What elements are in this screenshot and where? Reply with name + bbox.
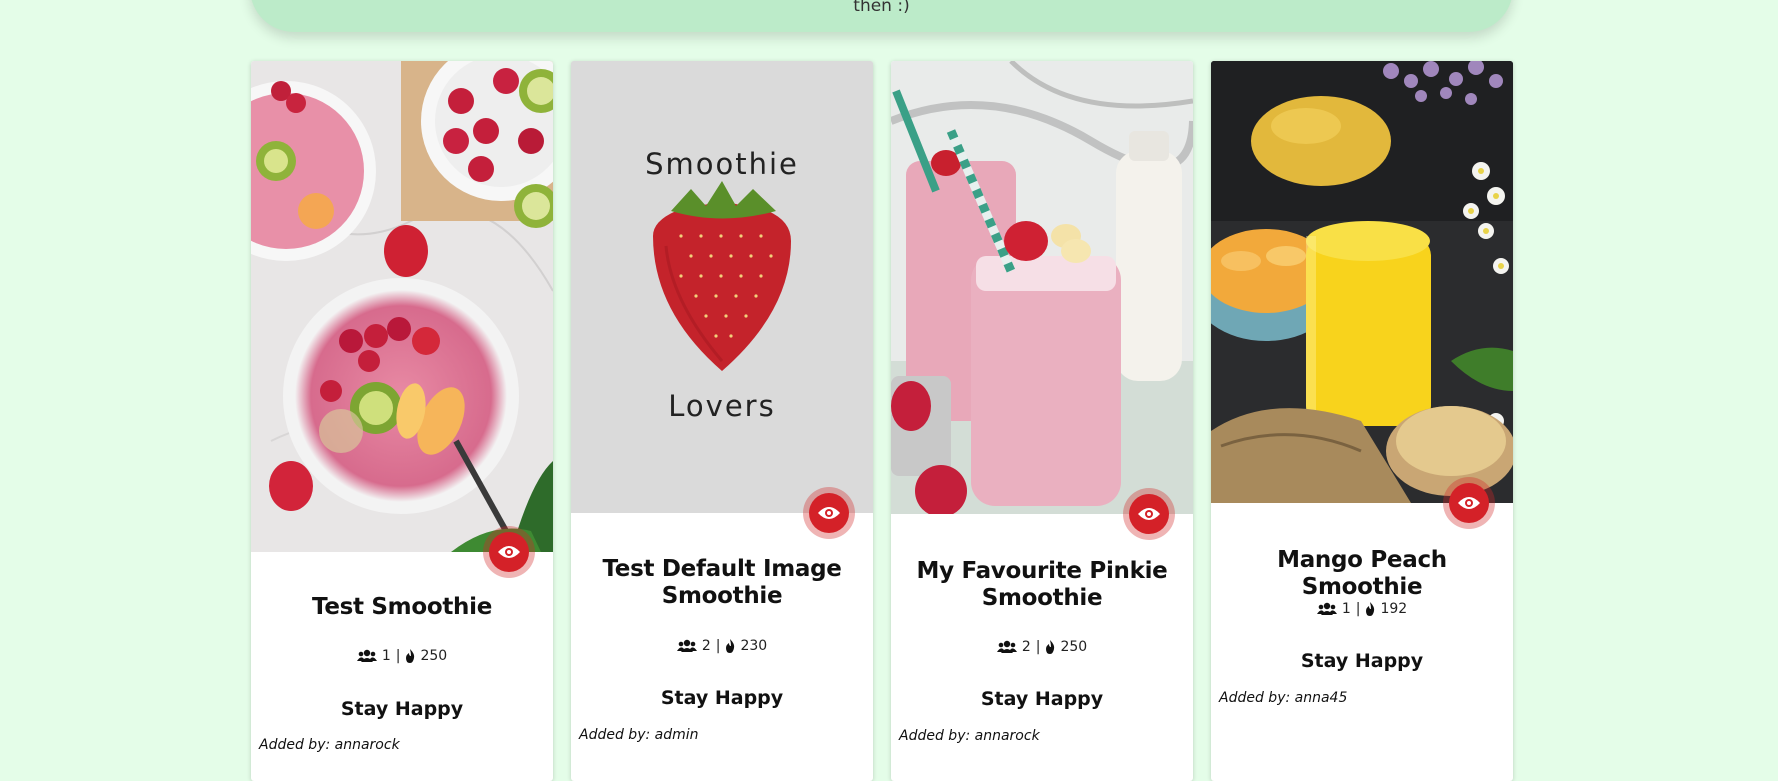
recipe-image[interactable]	[1211, 61, 1513, 503]
recipe-tagline: Stay Happy	[660, 687, 784, 709]
calories-count: 250	[420, 648, 448, 664]
users-icon	[996, 640, 1017, 653]
servings-count: 2	[1021, 639, 1031, 655]
default-image-text-top: Smoothie	[645, 147, 799, 181]
recipe-image[interactable]	[251, 61, 553, 552]
view-recipe-button[interactable]	[1123, 488, 1175, 540]
fire-icon	[1046, 640, 1055, 654]
recipe-author: Added by: annarock	[259, 737, 400, 753]
recipe-author: Added by: annarock	[899, 728, 1040, 744]
recipe-image[interactable]: Smoothie Lovers	[571, 61, 873, 513]
recipe-title[interactable]: My Favourite Pinkie Smoothie	[911, 558, 1173, 612]
calories-count: 250	[1060, 639, 1088, 655]
recipe-card: My Favourite Pinkie Smoothie 2 | 250 Sta…	[891, 61, 1193, 781]
eye-icon	[498, 546, 520, 558]
recipe-stats: 1 | 250	[251, 648, 553, 664]
fire-icon	[406, 649, 415, 663]
banner-text: then :)	[853, 0, 910, 16]
recipe-stats: 2 | 250	[891, 639, 1193, 655]
servings-count: 1	[381, 648, 391, 664]
view-recipe-button[interactable]	[1443, 477, 1495, 529]
eye-icon	[1138, 508, 1160, 520]
users-icon	[1316, 602, 1337, 615]
eye-icon	[818, 507, 840, 519]
recipe-card: Smoothie Lovers Test Default Image Smoot…	[571, 61, 873, 781]
recipe-author: Added by: admin	[579, 727, 699, 743]
users-icon	[676, 639, 697, 652]
recipe-tagline: Stay Happy	[1300, 650, 1424, 672]
recipe-card: Test Smoothie 1 | 250 Stay Happy Added b…	[251, 61, 553, 781]
recipe-stats: 1 | 192	[1211, 601, 1513, 617]
recipe-title[interactable]: Test Smoothie	[271, 594, 533, 621]
recipe-stats: 2 | 230	[571, 638, 873, 654]
recipe-card: Mango Peach Smoothie 1 | 192 Stay Happy …	[1211, 61, 1513, 781]
fire-icon	[726, 639, 735, 653]
recipe-tagline: Stay Happy	[980, 688, 1104, 710]
users-icon	[356, 649, 377, 662]
calories-count: 192	[1380, 601, 1408, 617]
servings-count: 1	[1341, 601, 1351, 617]
recipe-author: Added by: anna45	[1219, 690, 1348, 706]
recipe-image[interactable]	[891, 61, 1193, 514]
recipe-tagline: Stay Happy	[340, 698, 464, 720]
top-banner: then :)	[250, 0, 1513, 32]
stats-separator: |	[1355, 601, 1361, 617]
stats-separator: |	[1035, 639, 1041, 655]
default-image-text-bottom: Lovers	[668, 389, 775, 423]
recipe-title[interactable]: Mango Peach Smoothie	[1231, 547, 1493, 601]
view-recipe-button[interactable]	[803, 487, 855, 539]
calories-count: 230	[740, 638, 768, 654]
recipe-title[interactable]: Test Default Image Smoothie	[591, 556, 853, 610]
fire-icon	[1366, 602, 1375, 616]
stats-separator: |	[395, 648, 401, 664]
servings-count: 2	[701, 638, 711, 654]
eye-icon	[1458, 497, 1480, 509]
stats-separator: |	[715, 638, 721, 654]
view-recipe-button[interactable]	[483, 526, 535, 578]
